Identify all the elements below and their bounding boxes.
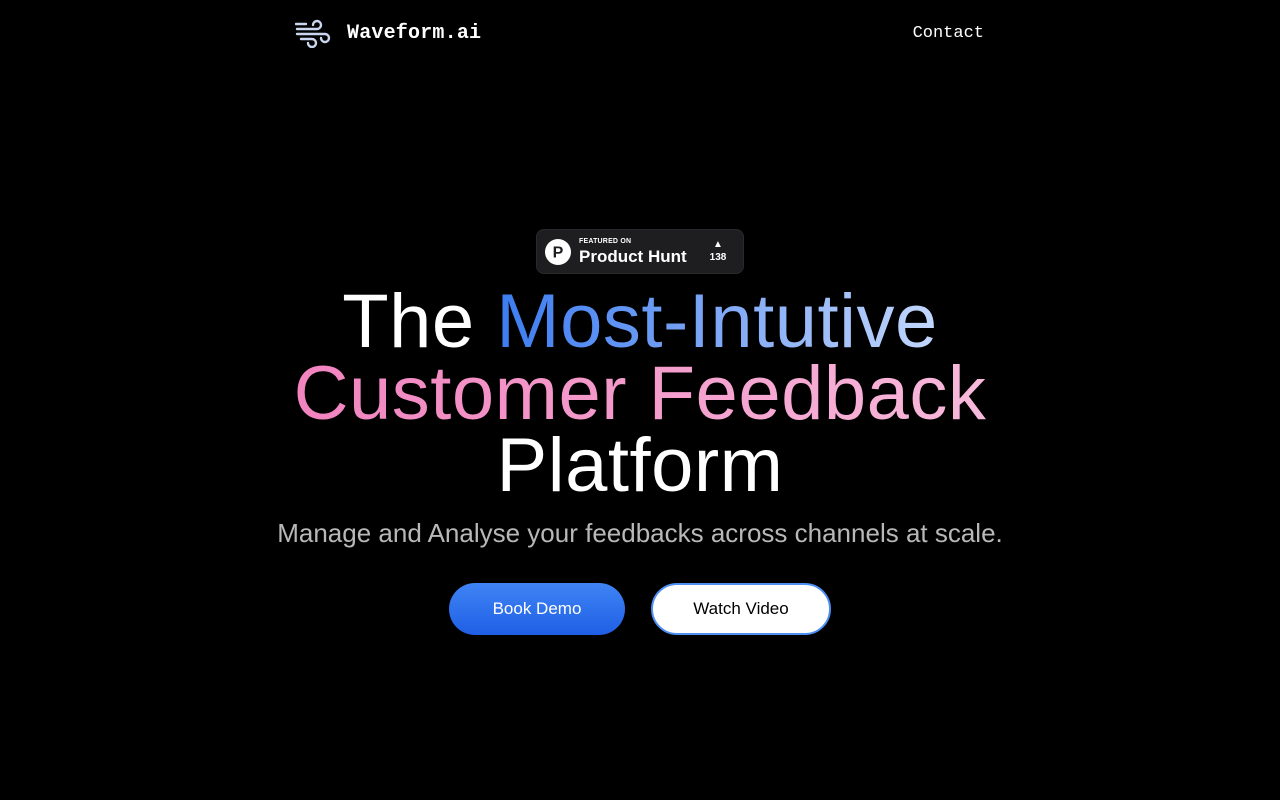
hero-section: P FEATURED ON Product Hunt ▲ 138 The Mos…: [0, 229, 1280, 635]
book-demo-button[interactable]: Book Demo: [449, 583, 625, 635]
product-hunt-badge[interactable]: P FEATURED ON Product Hunt ▲ 138: [536, 229, 744, 274]
product-hunt-text: FEATURED ON Product Hunt: [579, 238, 703, 265]
watch-video-button[interactable]: Watch Video: [651, 583, 831, 635]
wind-icon: [294, 18, 331, 49]
headline-line-1: The Most-Intutive: [0, 284, 1280, 360]
svg-text:P: P: [553, 244, 564, 261]
hero-headline: The Most-Intutive Customer Feedback Plat…: [0, 284, 1280, 508]
upvote-count: 138: [709, 252, 727, 263]
headline-line-3: Platform: [496, 423, 784, 508]
hero-subtitle: Manage and Analyse your feedbacks across…: [277, 518, 1003, 548]
nav-contact-link[interactable]: Contact: [913, 24, 984, 43]
product-hunt-title: Product Hunt: [579, 247, 687, 266]
brand-name: Waveform.ai: [347, 21, 482, 45]
landing-page: Waveform.ai Contact P FEATURED ON Produc…: [0, 0, 1280, 800]
headline-line-2: Customer Feedback: [0, 356, 1280, 432]
product-hunt-logo-icon: P: [545, 238, 571, 265]
brand-logo-link[interactable]: Waveform.ai: [294, 18, 482, 49]
site-header: Waveform.ai Contact: [294, 14, 984, 52]
triangle-up-icon: ▲: [713, 239, 723, 250]
featured-on-label: FEATURED ON: [579, 238, 632, 245]
cta-button-group: Book Demo Watch Video: [0, 583, 1280, 635]
upvote-counter: ▲ 138: [703, 240, 733, 263]
